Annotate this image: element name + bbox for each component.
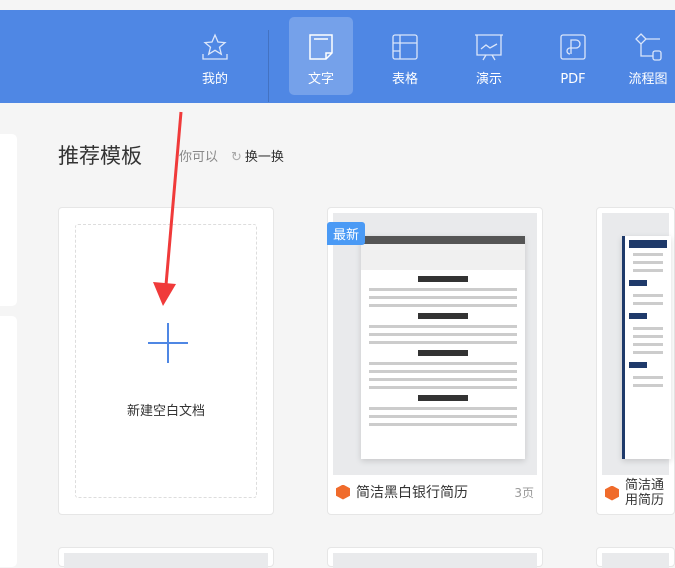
template-pages: 3页 [514, 486, 534, 500]
app-header: 我的 文字 表格 演示 PDF 流程图 [0, 10, 675, 103]
nav-flowchart[interactable]: 流程图 [621, 17, 675, 95]
left-panel-top [0, 134, 17, 306]
nav-pdf[interactable]: PDF [541, 17, 605, 95]
resume-preview [361, 236, 525, 459]
new-blank-doc-card[interactable]: 新建空白文档 [58, 207, 274, 515]
resume-preview [622, 236, 671, 459]
section-hint: 你可以 [179, 150, 219, 165]
section-title: 推荐模板 [58, 144, 142, 168]
template-card[interactable] [596, 547, 675, 568]
left-panel-bottom [0, 316, 17, 567]
template-card[interactable]: 最新 简洁黑白银行简历 3页 [327, 207, 543, 515]
nav-mine[interactable]: 我的 [183, 17, 247, 95]
pdf-icon [560, 34, 586, 60]
top-strip [0, 0, 675, 10]
nav-divider [268, 30, 269, 102]
template-card[interactable] [327, 547, 543, 568]
new-blank-doc-button[interactable]: 新建空白文档 [75, 224, 257, 498]
new-doc-label: 新建空白文档 [126, 404, 205, 419]
flowchart-icon [635, 33, 662, 61]
template-card[interactable] [58, 547, 274, 568]
plus-icon [148, 323, 188, 363]
template-brand-icon [605, 485, 619, 501]
template-thumbnail [333, 553, 537, 568]
new-badge: 最新 [327, 222, 366, 245]
template-thumbnail [333, 213, 537, 475]
template-thumbnail [602, 553, 669, 568]
presentation-icon [475, 34, 503, 61]
nav-presentation[interactable]: 演示 [457, 17, 521, 95]
refresh-icon: ↻ [231, 150, 242, 165]
template-thumbnail [64, 553, 268, 568]
nav-text[interactable]: 文字 [289, 17, 353, 95]
template-card[interactable]: 简洁通用简历 [596, 207, 675, 515]
nav-table[interactable]: 表格 [373, 17, 437, 95]
refresh-button[interactable]: ↻ 换一换 [231, 146, 284, 165]
template-thumbnail [602, 213, 671, 475]
document-icon [309, 34, 333, 60]
table-icon [392, 34, 418, 60]
star-icon [202, 33, 228, 60]
template-name: 简洁黑白银行简历 [356, 485, 468, 501]
template-name: 简洁通用简历 [625, 478, 665, 508]
template-brand-icon [336, 484, 350, 500]
